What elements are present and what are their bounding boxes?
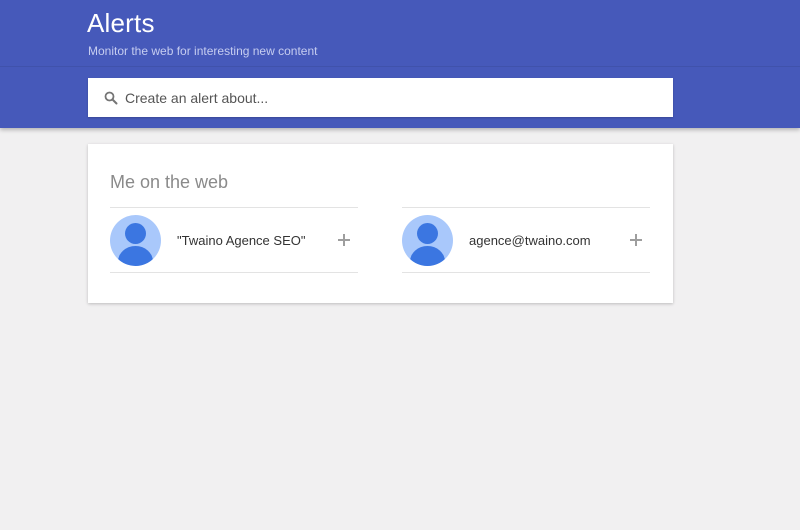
avatar-body: [118, 245, 153, 266]
search-icon: [103, 90, 119, 106]
avatar-head: [125, 222, 146, 244]
card-title: Me on the web: [110, 172, 229, 192]
suggestion-item-name[interactable]: "Twaino Agence SEO": [110, 207, 358, 273]
avatar: [402, 214, 453, 266]
header-divider: [0, 66, 800, 67]
search-input[interactable]: [125, 78, 673, 117]
avatar-head: [417, 222, 438, 244]
page-subtitle: Monitor the web for interesting new cont…: [88, 44, 318, 58]
me-on-the-web-card: Me on the web "Twaino Agence SEO" agence…: [88, 144, 673, 303]
avatar-body: [410, 245, 445, 266]
suggestion-item-email[interactable]: agence@twaino.com: [402, 207, 650, 273]
avatar: [110, 214, 161, 266]
plus-icon[interactable]: [336, 232, 352, 248]
app-header: Alerts Monitor the web for interesting n…: [0, 0, 800, 128]
suggestion-label: agence@twaino.com: [469, 232, 591, 248]
suggestion-label: "Twaino Agence SEO": [177, 232, 306, 248]
page-title: Alerts: [87, 8, 155, 38]
plus-icon[interactable]: [628, 232, 644, 248]
search-box[interactable]: [88, 78, 673, 117]
